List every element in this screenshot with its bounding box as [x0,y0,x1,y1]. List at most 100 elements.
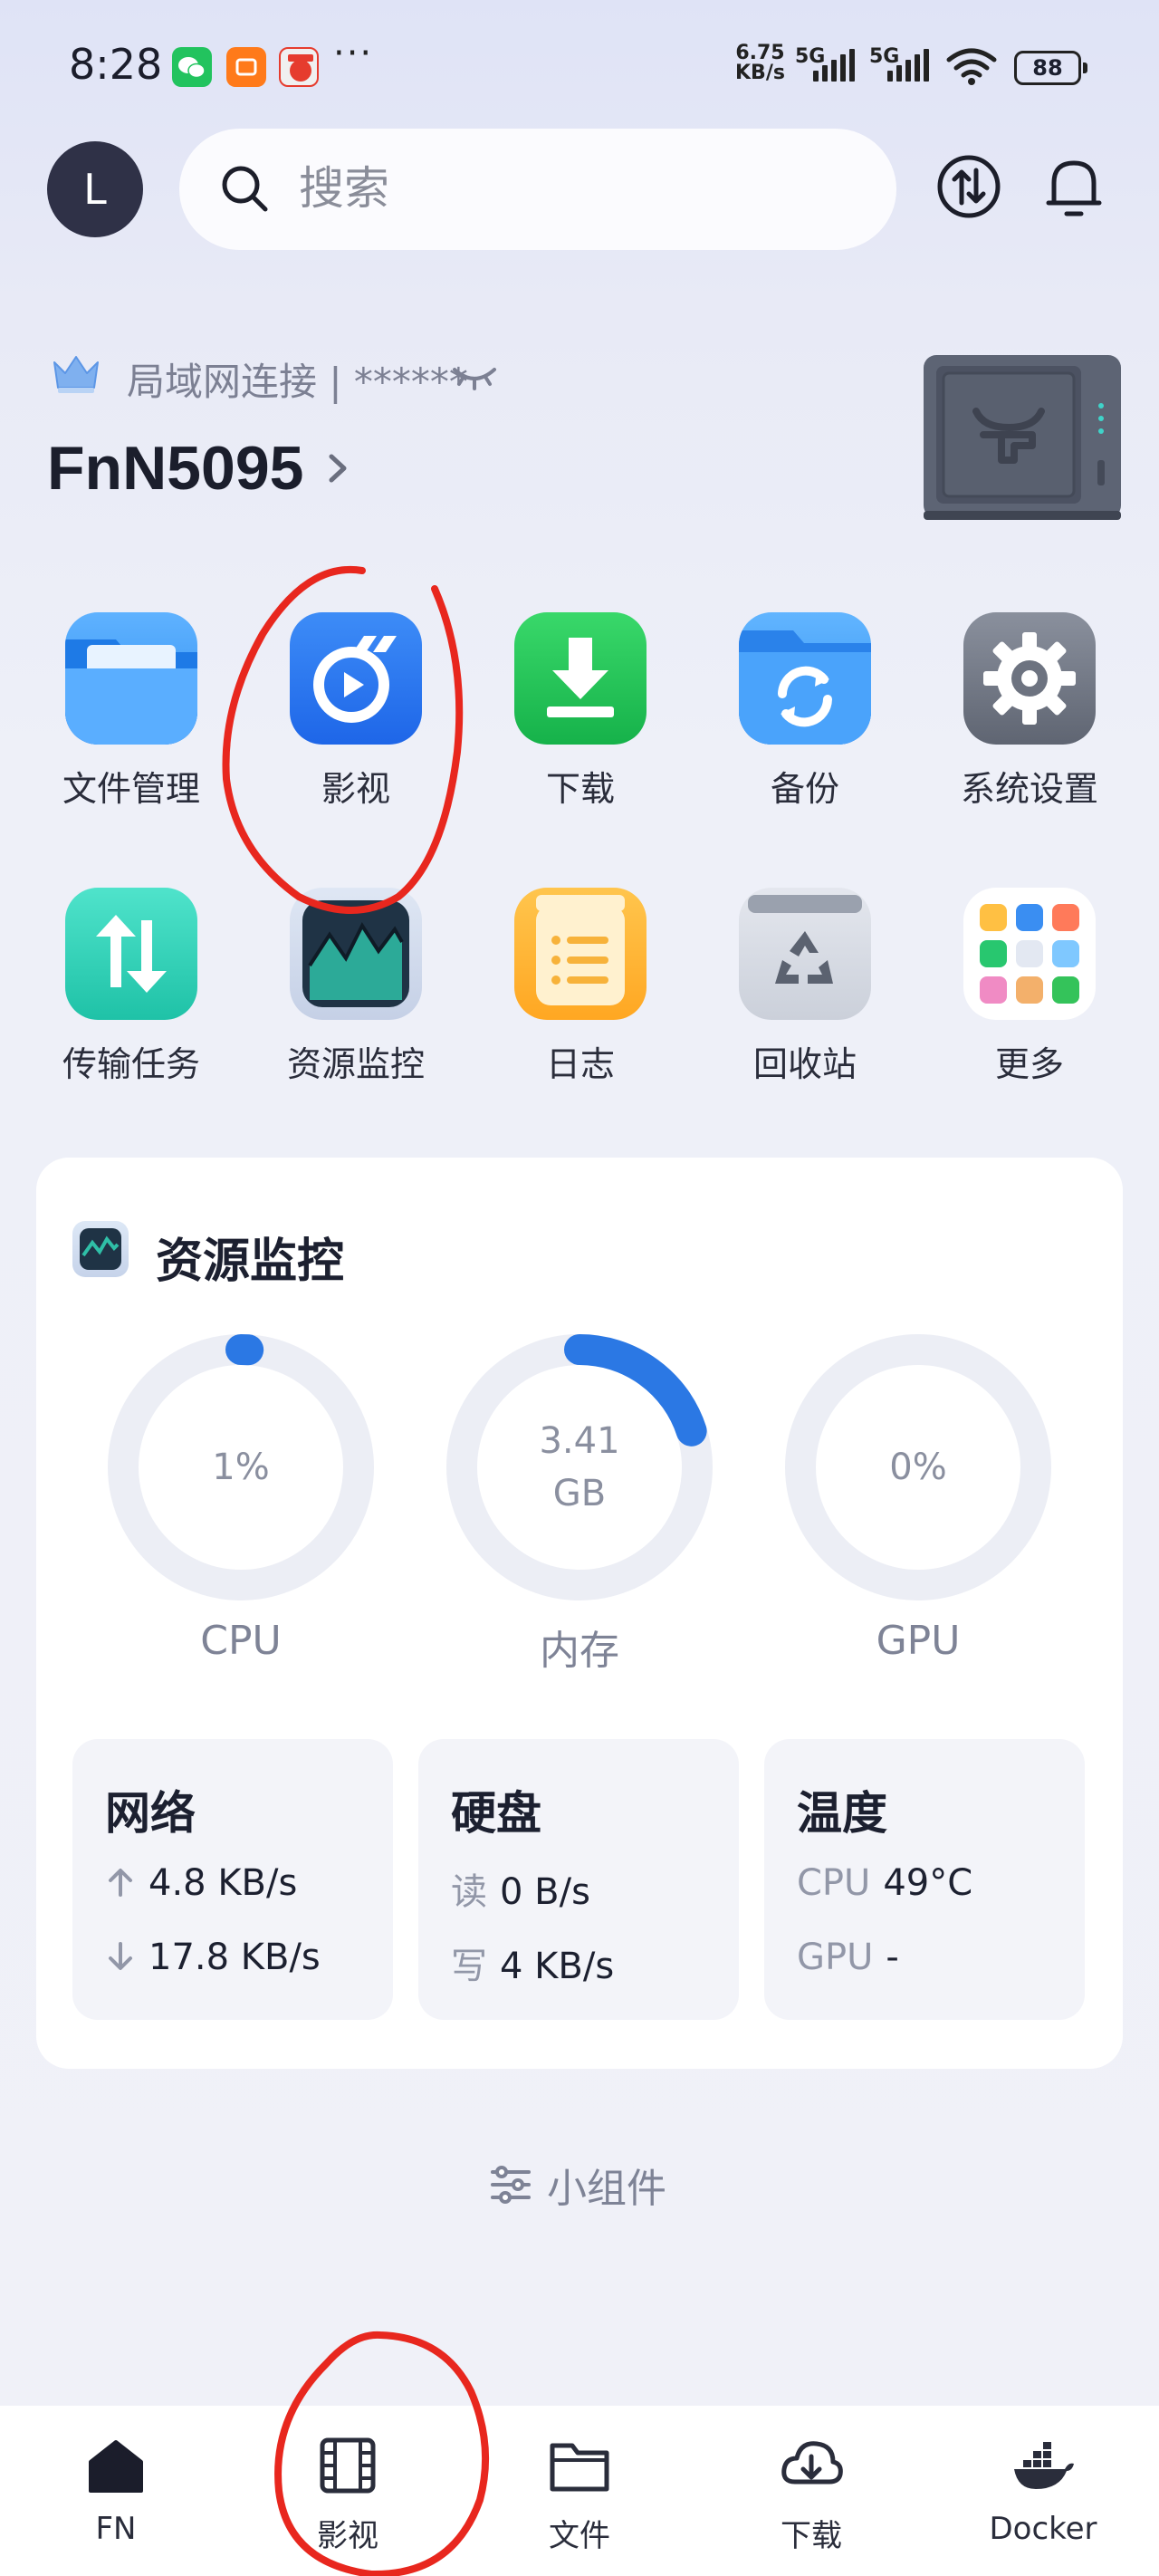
nav-label: Docker [989,2511,1097,2547]
eye-closed-icon[interactable] [451,360,498,393]
cpu-label: CPU [200,1618,282,1664]
app-more[interactable]: 更多 [934,888,1125,1086]
monitor-icon [290,888,422,1020]
status-time: 8:28 [69,40,163,89]
nav-label: 文件 [549,2518,610,2554]
network-title: 网络 [105,1787,196,1840]
cloud-download-icon [781,2441,843,2485]
device-name[interactable]: FnN5095 [47,433,303,504]
app-label: 备份 [770,769,839,809]
download-icon [514,612,647,745]
avatar[interactable]: L [47,141,143,237]
gpu-temperature: GPU - [797,1937,899,1978]
network-upload: 4.8 KB/s [105,1862,297,1904]
app-log[interactable]: 日志 [485,888,675,1086]
disk-read-value: 0 B/s [500,1871,590,1913]
gpu-label: GPU [876,1618,961,1664]
resource-monitor-card[interactable]: 资源监控 1% CPU 3.41 GB 内存 0% GPU 网络 4.8 KB/… [36,1158,1123,2069]
nav-files[interactable]: 文件 [464,2406,695,2576]
folder-icon [65,612,197,745]
app-label: 日志 [545,1044,615,1084]
search-icon [222,166,268,212]
bell-icon[interactable] [1039,152,1108,221]
app-label: 文件管理 [62,769,200,809]
settings-icon [963,612,1096,745]
shopping-app-icon [279,47,319,87]
app-resource-monitor[interactable]: 资源监控 [261,888,451,1086]
app-label: 更多 [994,1044,1064,1084]
network-speed: 6.75 KB/s [735,43,785,83]
network-download: 17.8 KB/s [105,1937,321,1978]
app-file-manager[interactable]: 文件管理 [36,612,226,811]
app-label: 回收站 [752,1044,857,1084]
app-download[interactable]: 下载 [485,612,675,811]
disk-write-value: 4 KB/s [500,1946,615,1987]
transfer-sync-icon[interactable] [934,152,1003,221]
disk-read: 读 0 B/s [451,1862,590,1915]
disk-write: 写 4 KB/s [451,1937,614,1989]
network-speed-unit: KB/s [735,62,785,84]
nav-download[interactable]: 下载 [695,2406,927,2576]
app-backup[interactable]: 备份 [710,612,900,811]
docker-icon [1014,2442,1074,2489]
gpu-temp-value: - [886,1937,899,1978]
monitor-icon [72,1221,129,1277]
wechat-icon [172,47,212,87]
arrow-up-icon [109,1869,132,1897]
sliders-icon [491,2166,531,2204]
gpu-temp-key: GPU [797,1937,874,1978]
folder-outline-icon [550,2443,609,2492]
disk-write-key: 写 [451,1946,487,1987]
card-title: 资源监控 [156,1235,345,1289]
temperature-title: 温度 [797,1787,887,1840]
widgets-button[interactable]: 小组件 [489,2156,666,2214]
log-icon [514,888,647,1020]
wifi-icon [946,48,997,85]
disk-read-key: 读 [451,1871,487,1913]
app-transfer-tasks[interactable]: 传输任务 [36,888,226,1086]
chevron-right-icon[interactable] [324,446,351,491]
upload-speed: 4.8 KB/s [148,1862,298,1904]
gpu-value: 0% [889,1447,947,1488]
memory-value-number: 3.41 [539,1420,620,1462]
more-apps-icon [963,888,1096,1020]
temperature-stats: 温度 CPU 49°C GPU - [764,1739,1085,2020]
film-icon [320,2437,376,2494]
transfer-icon [65,888,197,1020]
nav-video[interactable]: 影视 [232,2406,464,2576]
app-recycle-bin[interactable]: 回收站 [710,888,900,1086]
recycle-icon [739,888,871,1020]
nav-docker[interactable]: Docker [927,2406,1159,2576]
taobao-icon [226,47,266,87]
nav-label: 下载 [781,2518,842,2554]
app-video[interactable]: 影视 [261,612,451,811]
disk-title: 硬盘 [451,1787,541,1840]
cpu-temp-key: CPU [797,1862,871,1904]
memory-label: 内存 [540,1628,619,1674]
cpu-temperature: CPU 49°C [797,1862,972,1904]
signal-icon [813,49,855,82]
bottom-navigation: FN 影视 文件 下载 Docker [0,2406,1159,2576]
battery-indicator: 88 [1014,51,1087,85]
memory-value: 3.41 GB [444,1415,715,1520]
more-notifications-indicator: ··· [333,33,374,74]
app-label: 资源监控 [286,1044,425,1084]
widgets-label: 小组件 [547,2166,666,2212]
nav-label: FN [95,2511,137,2547]
search-input[interactable] [299,156,842,221]
network-speed-value: 6.75 [735,42,785,64]
download-speed: 17.8 KB/s [148,1937,321,1978]
memory-value-unit: GB [552,1473,607,1514]
app-label: 影视 [321,769,390,809]
network-stats: 网络 4.8 KB/s 17.8 KB/s [72,1739,393,2020]
crown-icon [53,356,99,393]
arrow-down-icon [109,1942,132,1970]
nav-fn[interactable]: FN [0,2406,232,2576]
connection-status: 局域网连接 | ****** [127,360,468,404]
search-bar[interactable] [179,129,896,250]
app-label: 传输任务 [62,1044,200,1084]
nas-device-image [924,355,1121,520]
app-settings[interactable]: 系统设置 [934,612,1125,811]
home-icon [89,2440,143,2493]
app-label: 系统设置 [960,769,1098,809]
